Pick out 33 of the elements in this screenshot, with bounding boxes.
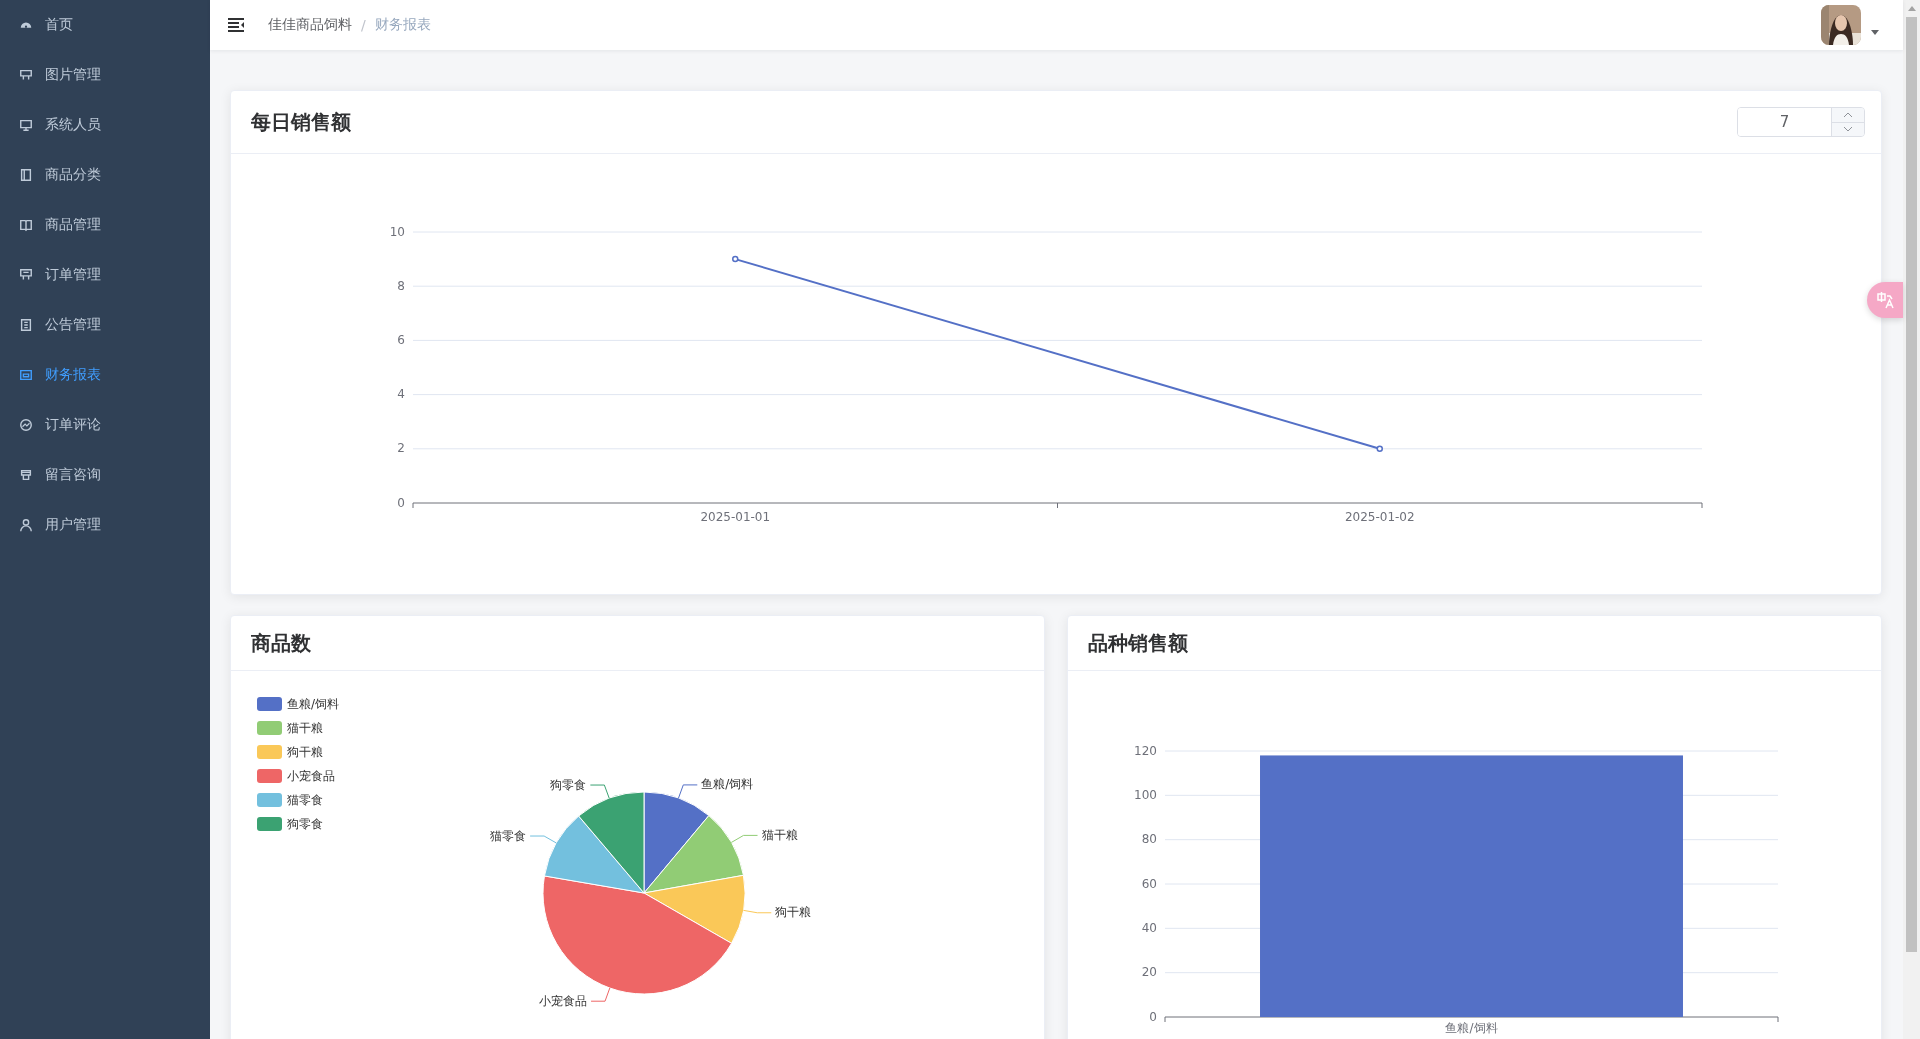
axis-label: 80	[1141, 832, 1157, 847]
axis-label: 6	[397, 332, 405, 347]
breadcrumb-item: 财务报表	[374, 16, 431, 34]
axis-label: 120	[1134, 743, 1157, 758]
axis-label: 2025-01-02	[1344, 509, 1415, 524]
axis-label: 10	[389, 224, 405, 239]
legend-label: 猫干粮	[287, 720, 323, 735]
slice-label: 狗零食	[550, 777, 587, 792]
axis-label: 鱼粮/饲料	[1445, 1020, 1498, 1035]
axis-label: 60	[1141, 876, 1157, 891]
axis-label: 100	[1134, 787, 1157, 802]
axis-label: 2025-01-01	[700, 509, 771, 524]
slice-label: 猫零食	[490, 828, 527, 843]
legend-label: 小宠食品	[287, 768, 335, 783]
axis-label: 20	[1141, 965, 1157, 980]
breadcrumb-separator: /	[361, 17, 366, 33]
legend-label: 狗零食	[287, 816, 323, 831]
axis-label: 4	[397, 387, 405, 402]
axis-label: 40	[1141, 920, 1157, 935]
legend-label: 鱼粮/饲料	[287, 696, 340, 711]
axis-label: 2	[397, 441, 405, 456]
slice-label: 猫干粮	[761, 827, 798, 842]
card-title: 商品数	[251, 629, 311, 657]
axis-label: 0	[1149, 1009, 1157, 1024]
slice-label: 小宠食品	[539, 993, 588, 1008]
card-title: 每日销售额	[251, 108, 351, 136]
axis-label: 8	[397, 278, 405, 293]
axis-label: 0	[397, 495, 405, 510]
slice-label: 鱼粮/饲料	[701, 777, 754, 792]
legend-label: 狗干粮	[287, 744, 323, 759]
slice-label: 狗干粮	[775, 905, 812, 920]
card-title: 品种销售额	[1088, 629, 1188, 657]
legend-label: 猫零食	[287, 792, 323, 807]
